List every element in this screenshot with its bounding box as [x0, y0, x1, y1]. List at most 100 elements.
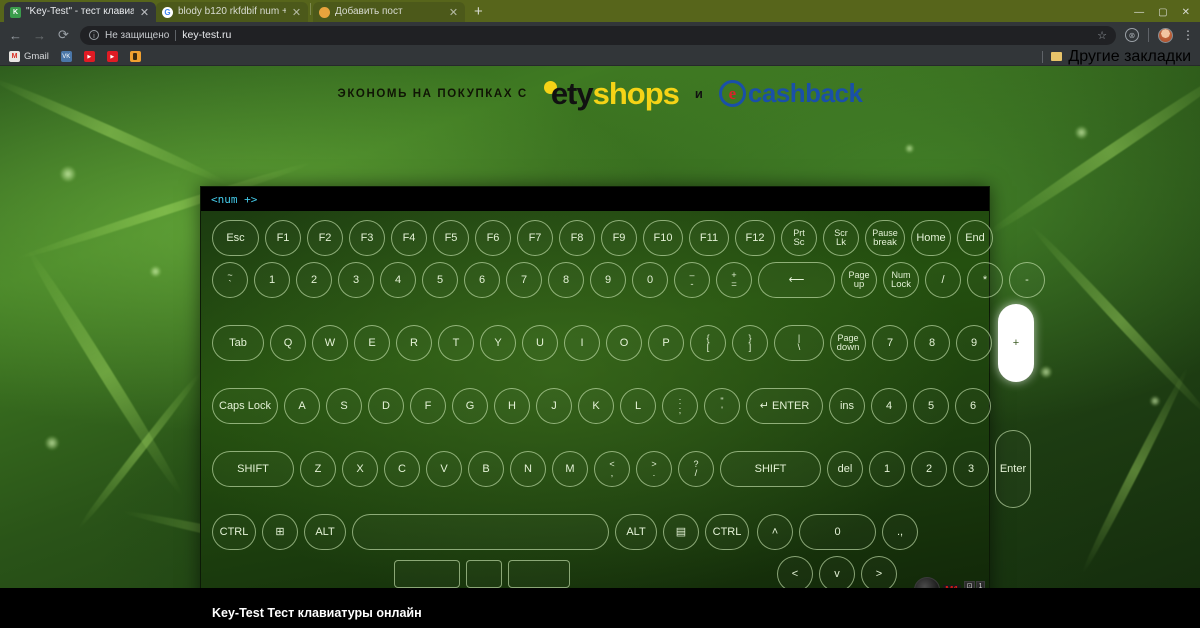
key-f6[interactable]: F6	[475, 220, 511, 256]
key-3[interactable]: 3	[953, 451, 989, 487]
close-icon[interactable]: ✕	[139, 6, 150, 19]
key-f2[interactable]: F2	[307, 220, 343, 256]
key-enter[interactable]: ↵ ENTER	[746, 388, 823, 424]
key-caps-lock[interactable]: Caps Lock	[212, 388, 278, 424]
blank-key-2[interactable]	[466, 560, 502, 588]
cashback-logo[interactable]: e cashback	[718, 78, 863, 109]
key-z[interactable]: Z	[300, 451, 336, 487]
key-num[interactable]: Num Lock	[883, 262, 919, 298]
key-[interactable]: :;	[662, 388, 698, 424]
key-scr[interactable]: Scr Lk	[823, 220, 859, 256]
space-key[interactable]	[352, 514, 609, 550]
key-[interactable]: ? /	[678, 451, 714, 487]
key-n[interactable]: N	[510, 451, 546, 487]
menu-icon[interactable]: ⋮	[1182, 29, 1194, 41]
key-[interactable]: +	[998, 304, 1034, 382]
key-w[interactable]: W	[312, 325, 348, 361]
key-f10[interactable]: F10	[643, 220, 683, 256]
key-f8[interactable]: F8	[559, 220, 595, 256]
key-[interactable]: -	[1009, 262, 1045, 298]
key-[interactable]: + =	[716, 262, 752, 298]
key-[interactable]: >.	[636, 451, 672, 487]
key-f3[interactable]: F3	[349, 220, 385, 256]
bookmark-star-icon[interactable]: ☆	[1097, 29, 1107, 42]
key-enter[interactable]: Enter	[995, 430, 1031, 508]
key-o[interactable]: O	[606, 325, 642, 361]
key-5[interactable]: 5	[913, 388, 949, 424]
key-1[interactable]: 1	[869, 451, 905, 487]
close-icon[interactable]: ✕	[448, 6, 459, 19]
window-maximize-button[interactable]: ▢	[1158, 7, 1167, 18]
key-[interactable]: *	[967, 262, 1003, 298]
forward-icon[interactable]: →	[32, 28, 47, 43]
key-p[interactable]: P	[648, 325, 684, 361]
key-8[interactable]: 8	[548, 262, 584, 298]
close-icon[interactable]: ✕	[291, 6, 302, 19]
key-[interactable]: /	[925, 262, 961, 298]
key-k[interactable]: K	[578, 388, 614, 424]
key-a[interactable]: A	[284, 388, 320, 424]
key-v[interactable]: V	[426, 451, 462, 487]
key-3[interactable]: 3	[338, 262, 374, 298]
ad-banner[interactable]: Экономь на покупках с ety shops и e cash…	[0, 66, 1200, 121]
key-ctrl[interactable]: CTRL	[705, 514, 749, 550]
key-4[interactable]: 4	[871, 388, 907, 424]
key-f5[interactable]: F5	[433, 220, 469, 256]
bookmark-orange-app[interactable]	[129, 51, 141, 62]
other-bookmarks[interactable]: Другие закладки	[1042, 48, 1191, 66]
key-c[interactable]: C	[384, 451, 420, 487]
extension-icon[interactable]: ⊗	[1125, 28, 1139, 42]
key-g[interactable]: G	[452, 388, 488, 424]
key-x[interactable]: X	[342, 451, 378, 487]
key-[interactable]: ~ `	[212, 262, 248, 298]
tab-keytest[interactable]: K "Key-Test" - тест клавиатуры он ✕	[4, 2, 156, 22]
window-close-button[interactable]: ✕	[1182, 7, 1190, 18]
key-0[interactable]: 0	[632, 262, 668, 298]
bookmark-gmail[interactable]: M Gmail	[9, 51, 49, 62]
key-u[interactable]: U	[522, 325, 558, 361]
key-del[interactable]: del	[827, 451, 863, 487]
key-4[interactable]: 4	[380, 262, 416, 298]
key-ctrl[interactable]: CTRL	[212, 514, 256, 550]
key-f[interactable]: F	[410, 388, 446, 424]
back-icon[interactable]: ←	[8, 28, 23, 43]
key-q[interactable]: Q	[270, 325, 306, 361]
key-page[interactable]: Page up	[841, 262, 877, 298]
key-y[interactable]: Y	[480, 325, 516, 361]
key-v[interactable]: v	[819, 556, 855, 592]
key-shift[interactable]: SHIFT	[212, 451, 294, 487]
key-tab[interactable]: Tab	[212, 325, 264, 361]
new-tab-button[interactable]: +	[465, 3, 492, 22]
key-t[interactable]: T	[438, 325, 474, 361]
key-7[interactable]: 7	[506, 262, 542, 298]
key-l[interactable]: L	[620, 388, 656, 424]
key-[interactable]: }]	[732, 325, 768, 361]
key-[interactable]: >	[861, 556, 897, 592]
key-home[interactable]: Home	[911, 220, 951, 256]
virtual-keyboard[interactable]: Esc F1 F2 F3 F4 F5 F6 F7 F8 F9 F10 F11 F12 Prt Sc Scr Lk…	[201, 211, 1045, 606]
key-alt[interactable]: ALT	[615, 514, 657, 550]
key-e[interactable]: E	[354, 325, 390, 361]
key-[interactable]: – -	[674, 262, 710, 298]
key-f4[interactable]: F4	[391, 220, 427, 256]
key-[interactable]: ˄	[757, 514, 793, 550]
key-0[interactable]: 0	[799, 514, 876, 550]
key-[interactable]: | \	[774, 325, 824, 361]
key-j[interactable]: J	[536, 388, 572, 424]
info-icon[interactable]: i	[89, 30, 99, 40]
tab-google-search[interactable]: G blody b120 rkfdbif num + - Пои ✕	[156, 2, 308, 22]
key-f11[interactable]: F11	[689, 220, 729, 256]
letyshops-logo[interactable]: ety shops	[543, 76, 680, 112]
key-f7[interactable]: F7	[517, 220, 553, 256]
key-6[interactable]: 6	[955, 388, 991, 424]
key-9[interactable]: 9	[590, 262, 626, 298]
key-prt[interactable]: Prt Sc	[781, 220, 817, 256]
key-pause[interactable]: Pause break	[865, 220, 905, 256]
key-[interactable]: " '	[704, 388, 740, 424]
key-f12[interactable]: F12	[735, 220, 775, 256]
key-[interactable]: {[	[690, 325, 726, 361]
key-s[interactable]: S	[326, 388, 362, 424]
key-f1[interactable]: F1	[265, 220, 301, 256]
key-i[interactable]: I	[564, 325, 600, 361]
key-7[interactable]: 7	[872, 325, 908, 361]
